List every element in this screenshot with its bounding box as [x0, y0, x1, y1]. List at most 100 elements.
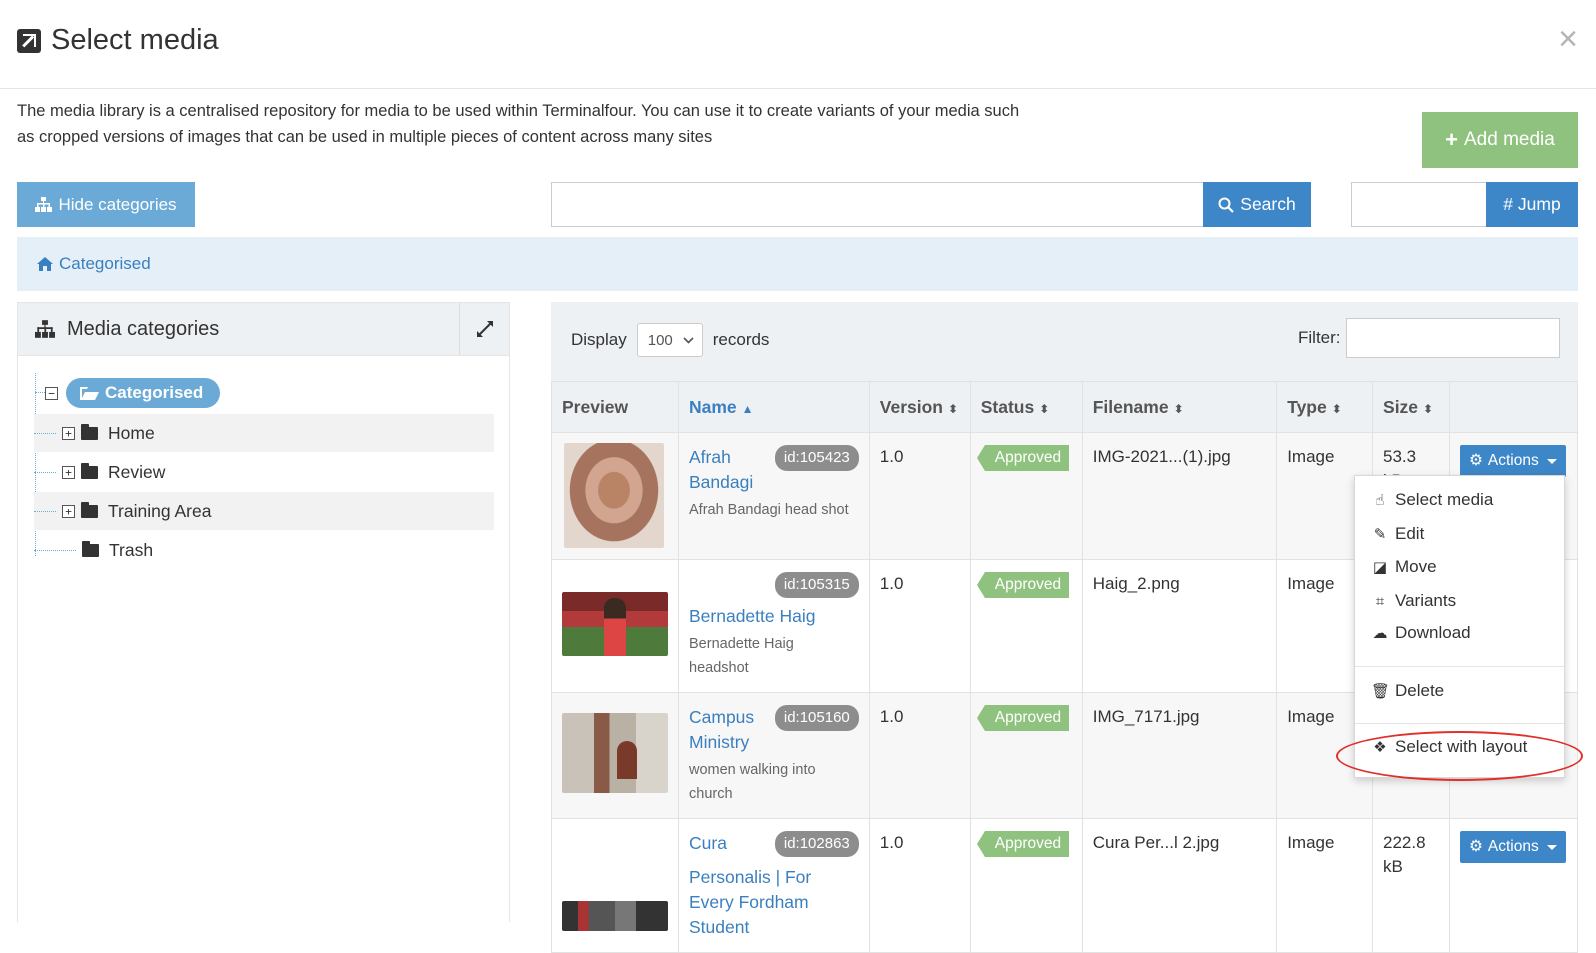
- caret-down-icon: [1546, 458, 1557, 464]
- table-row: id:102863 Cura Personalis | For Every For…: [551, 818, 1579, 953]
- preview-thumbnail[interactable]: [562, 901, 668, 931]
- search-input[interactable]: [551, 182, 1204, 227]
- filename-cell: Cura Per...l 2.jpg: [1081, 818, 1278, 953]
- menu-item-move[interactable]: ◪ Move: [1371, 557, 1437, 577]
- menu-divider: [1355, 666, 1564, 667]
- preview-thumbnail[interactable]: [564, 443, 664, 548]
- status-cell: Approved: [969, 818, 1083, 953]
- person-figure: [604, 598, 626, 656]
- chevron-down-icon: [683, 336, 694, 344]
- col-status[interactable]: Status ⬍: [969, 381, 1083, 433]
- records-per-page-select[interactable]: 100: [636, 323, 703, 357]
- actions-button[interactable]: ⚙ Actions: [1459, 831, 1566, 863]
- preview-thumbnail[interactable]: [562, 713, 668, 793]
- preview-thumbnail[interactable]: [562, 592, 668, 656]
- records-value: 100: [647, 331, 673, 349]
- page-title: Select media: [51, 24, 219, 56]
- expand-toggle[interactable]: +: [62, 465, 75, 479]
- folder-icon: [81, 423, 98, 440]
- jump-input[interactable]: [1351, 182, 1487, 227]
- preview-cell: [551, 692, 679, 819]
- hide-categories-label: Hide categories: [58, 194, 177, 214]
- records-label: records: [712, 330, 770, 349]
- col-size[interactable]: Size ⬍: [1372, 381, 1450, 433]
- menu-item-label: Select with layout: [1395, 737, 1528, 756]
- id-badge: id:102863: [774, 831, 859, 857]
- menu-item-download[interactable]: ☁ Download: [1371, 623, 1471, 643]
- sitemap-icon: [35, 197, 53, 212]
- expand-toggle[interactable]: +: [62, 504, 75, 518]
- col-version[interactable]: Version ⬍: [868, 381, 971, 433]
- breadcrumb-home-link[interactable]: Categorised: [37, 254, 151, 274]
- menu-item-select-media[interactable]: ☝ Select media: [1371, 490, 1493, 510]
- tree-item-trash[interactable]: Trash: [34, 531, 494, 569]
- size-cell: 222.8 kB: [1372, 818, 1450, 953]
- preview-cell: [551, 559, 679, 693]
- menu-item-variants[interactable]: ⌗ Variants: [1371, 591, 1456, 611]
- categories-header: Media categories: [18, 303, 509, 356]
- version-cell: 1.0: [868, 692, 971, 819]
- jump-button[interactable]: # Jump: [1486, 182, 1578, 227]
- hand-pointer-icon: ☝: [1375, 492, 1385, 509]
- col-version-label: Version: [879, 396, 943, 417]
- plus-icon: +: [1445, 127, 1458, 152]
- status-cell: Approved: [969, 692, 1083, 819]
- name-line2: Personalis | For Every Fordham Student: [689, 867, 812, 937]
- status-badge: Approved: [976, 705, 1070, 731]
- category-categorised[interactable]: Categorised: [66, 378, 221, 408]
- breadcrumb-label: Categorised: [59, 254, 151, 273]
- version-cell: 1.0: [868, 559, 971, 693]
- close-button[interactable]: ×: [1558, 22, 1578, 56]
- tree-item-training-area[interactable]: + Training Area: [34, 492, 494, 530]
- expand-icon: [476, 321, 493, 337]
- col-name[interactable]: Name ▲: [678, 381, 870, 433]
- name-cell: id:105315 Bernadette Haig Bernadette Hai…: [678, 559, 870, 693]
- hide-categories-button[interactable]: Hide categories: [17, 182, 195, 227]
- gear-icon: ⚙: [1468, 452, 1483, 469]
- name-line2: Ministry: [689, 732, 750, 752]
- tree-connector: [34, 471, 56, 473]
- tree-item-review[interactable]: + Review: [34, 453, 494, 491]
- menu-divider: [1355, 723, 1564, 724]
- menu-item-label: Move: [1395, 557, 1437, 576]
- col-size-label: Size: [1383, 396, 1419, 417]
- menu-item-edit[interactable]: ✎ Edit: [1371, 524, 1425, 544]
- search-button[interactable]: Search: [1203, 182, 1311, 227]
- categories-title: Media categories: [67, 317, 220, 340]
- col-type[interactable]: Type ⬍: [1276, 381, 1374, 433]
- tree-item-label: Home: [108, 422, 155, 443]
- expand-panel-button[interactable]: [459, 303, 509, 355]
- size-value: 53.3: [1383, 447, 1417, 466]
- id-badge: id:105315: [774, 572, 859, 598]
- crop-icon: ⌗: [1375, 592, 1385, 610]
- menu-item-select-with-layout[interactable]: ❖ Select with layout: [1371, 737, 1527, 757]
- cloud-download-icon: ☁: [1372, 625, 1388, 642]
- tree-item-home[interactable]: + Home: [34, 414, 494, 452]
- menu-item-delete[interactable]: 🗑 Delete: [1371, 681, 1444, 701]
- expand-toggle[interactable]: +: [62, 426, 75, 440]
- tree-connector: [34, 510, 56, 512]
- breadcrumb: Categorised: [17, 237, 1578, 291]
- filter-label: Filter:: [1298, 328, 1341, 347]
- col-filename[interactable]: Filename ⬍: [1081, 381, 1278, 433]
- size-value: 222.8: [1383, 833, 1426, 852]
- id-badge: id:105423: [774, 445, 859, 471]
- actions-button[interactable]: ⚙ Actions: [1459, 445, 1566, 477]
- caret-down-icon: [1546, 844, 1557, 850]
- name-line1: Cura: [689, 833, 727, 853]
- search-label: Search: [1240, 194, 1296, 214]
- tree-connector: [35, 392, 45, 393]
- tree-item-label: Trash: [109, 539, 154, 560]
- display-label: Display: [571, 330, 627, 349]
- status-badge: Approved: [976, 572, 1070, 598]
- filename-cell: IMG-2021...(1).jpg: [1081, 432, 1278, 560]
- collapse-toggle[interactable]: −: [45, 386, 58, 400]
- col-status-label: Status: [980, 396, 1035, 417]
- trash-icon: 🗑: [1371, 683, 1391, 700]
- filter-input[interactable]: [1346, 318, 1560, 358]
- folder-open-icon: [80, 386, 99, 400]
- add-media-button[interactable]: + Add media: [1422, 112, 1578, 168]
- menu-item-label: Variants: [1395, 591, 1457, 610]
- media-name-link[interactable]: Bernadette Haig: [689, 604, 859, 629]
- col-actions: [1448, 381, 1579, 433]
